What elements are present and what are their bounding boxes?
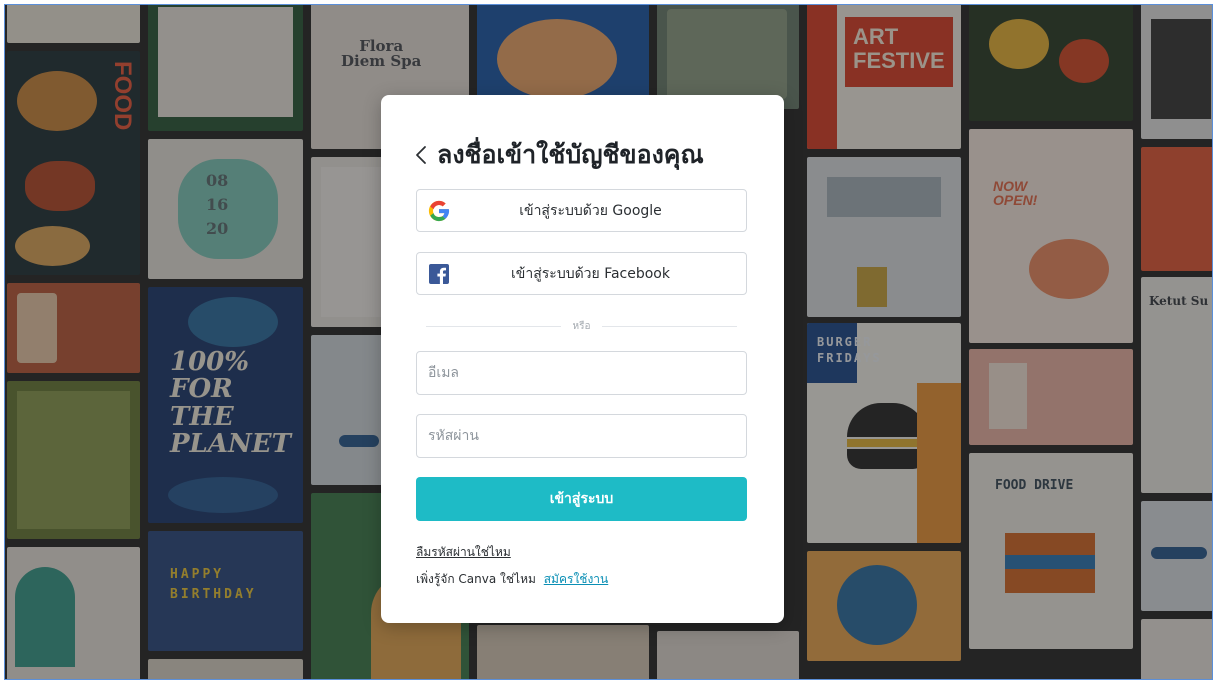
modal-header: ลงชื่อเข้าใช้บัญชีของคุณ <box>415 137 704 173</box>
divider-text: หรือ <box>572 320 591 332</box>
google-login-label: เข้าสู่ระบบด้วย Google <box>519 202 662 219</box>
signup-row: เพิ่งรู้จัก Canva ใช่ไหม สมัครใช้งาน <box>416 570 608 589</box>
google-login-button[interactable]: เข้าสู่ระบบด้วย Google <box>416 189 747 232</box>
facebook-icon <box>428 263 450 285</box>
facebook-login-button[interactable]: เข้าสู่ระบบด้วย Facebook <box>416 252 747 295</box>
or-divider: หรือ <box>426 319 737 333</box>
signup-link[interactable]: สมัครใช้งาน <box>544 572 609 586</box>
page-title: ลงชื่อเข้าใช้บัญชีของคุณ <box>437 140 704 169</box>
email-field[interactable] <box>416 351 747 395</box>
google-icon <box>428 200 450 222</box>
signup-prompt: เพิ่งรู้จัก Canva ใช่ไหม <box>416 572 536 586</box>
login-submit-button[interactable]: เข้าสู่ระบบ <box>416 477 747 521</box>
login-modal: ลงชื่อเข้าใช้บัญชีของคุณ เข้าสู่ระบบด้วย… <box>381 95 784 623</box>
facebook-login-label: เข้าสู่ระบบด้วย Facebook <box>511 265 670 282</box>
chevron-left-icon[interactable] <box>415 140 437 170</box>
password-field[interactable] <box>416 414 747 458</box>
forgot-password-link[interactable]: ลืมรหัสผ่านใช่ไหม <box>416 543 511 562</box>
